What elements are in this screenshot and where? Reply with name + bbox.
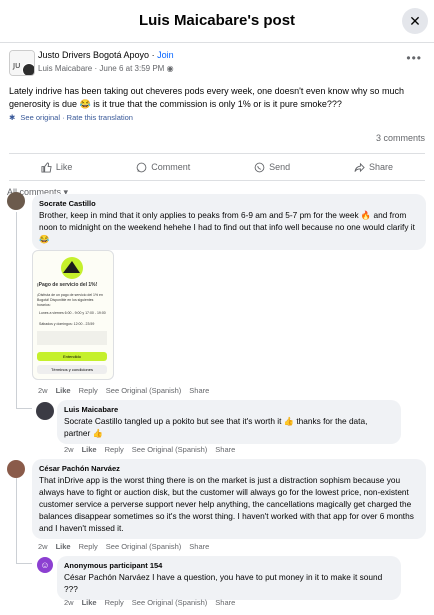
comment-reply-button[interactable]: Reply: [79, 542, 98, 551]
post-dialog-header: Luis Maicabare's post ✕: [0, 0, 434, 43]
svg-text:JU: JU: [12, 62, 20, 70]
share-label: Share: [369, 162, 394, 172]
comment-time[interactable]: 2w: [64, 445, 74, 454]
comment-text: César Pachón Narváez I have a question, …: [64, 572, 383, 594]
post-header: JU Justo Drivers Bogotá Apoyo · Join Lui…: [0, 43, 434, 82]
promo-cta-button: Entendido: [37, 352, 107, 361]
comment-see-original-link[interactable]: See Original (Spanish): [132, 598, 207, 607]
thread-line: [16, 478, 17, 563]
commenter-name-link[interactable]: Socrate Castillo: [39, 199, 419, 208]
promo-title: ¡Pago de servicio del 1%!: [37, 282, 98, 288]
group-name-link[interactable]: Justo Drivers Bogotá Apoyo: [38, 50, 149, 60]
comment-see-original-link[interactable]: See Original (Spanish): [132, 445, 207, 454]
promo-terms-button: Términos y condiciones: [37, 365, 107, 374]
comment-text: Socrate Castillo tangled up a pokito but…: [64, 416, 368, 438]
translation-row: ✱ See original · Rate this translation: [9, 113, 133, 122]
comment-share-button[interactable]: Share: [189, 386, 209, 395]
avatar[interactable]: [7, 192, 25, 210]
post-text: Lately indrive has been taking out cheve…: [9, 86, 404, 109]
group-line: Justo Drivers Bogotá Apoyo · Join: [38, 50, 174, 60]
comment-reply-button[interactable]: Reply: [105, 445, 124, 454]
comment-time[interactable]: 2w: [38, 542, 48, 551]
see-original-link[interactable]: See original: [20, 113, 60, 122]
comments-count-link[interactable]: 3 comments: [0, 125, 434, 147]
globe-icon: ◉: [166, 64, 174, 73]
comment-label: Comment: [151, 162, 191, 172]
more-options-icon[interactable]: •••: [406, 51, 422, 65]
comment-button[interactable]: Comment: [136, 162, 190, 173]
comment-meta: 2w Like Reply See Original (Spanish) Sha…: [38, 386, 209, 395]
avatar[interactable]: [7, 460, 25, 478]
send-label: Send: [269, 162, 291, 172]
action-bar: Like Comment Send Share: [9, 153, 425, 181]
comment-text: Brother, keep in mind that it only appli…: [39, 210, 415, 244]
comment-like-button[interactable]: Like: [82, 598, 97, 607]
comment-icon: [136, 162, 147, 172]
promo-line: Sábados y domingos: 12:00 - 23:59: [39, 322, 95, 326]
comment-share-button[interactable]: Share: [189, 542, 209, 551]
thread-line: [16, 212, 17, 408]
promo-body: ¡Disfruta de un pago de servicio del 1% …: [37, 293, 103, 307]
comment-reply-button[interactable]: Reply: [105, 598, 124, 607]
thread-line: [16, 563, 32, 564]
comment-image-attachment[interactable]: ¡Pago de servicio del 1%! ¡Disfruta de u…: [32, 250, 114, 380]
anonymous-user-icon[interactable]: ☺: [37, 557, 53, 573]
author-line: Luis Maicabare · June 6 at 3:59 PM ◉: [38, 64, 174, 73]
whatsapp-icon: [254, 162, 265, 172]
author-avatar[interactable]: [22, 63, 34, 75]
gear-icon: ✱: [9, 113, 16, 122]
comment-see-original-link[interactable]: See Original (Spanish): [106, 542, 181, 551]
comment-see-original-link[interactable]: See Original (Spanish): [106, 386, 181, 395]
promo-line: Lunes a viernes 6:00 - 9:00 y 17:00 - 19…: [39, 311, 106, 315]
comment-text: That inDrive app is the worst thing ther…: [39, 475, 414, 533]
avatar[interactable]: [36, 402, 54, 420]
close-icon[interactable]: ✕: [402, 8, 428, 34]
like-button[interactable]: Like: [41, 161, 73, 173]
comment-time[interactable]: 2w: [64, 598, 74, 607]
commenter-name-link[interactable]: César Pachón Narváez: [39, 464, 419, 473]
comment-meta: 2w Like Reply See Original (Spanish) Sha…: [64, 445, 235, 454]
comment-like-button[interactable]: Like: [82, 445, 97, 454]
comment-share-button[interactable]: Share: [215, 445, 235, 454]
comment-share-button[interactable]: Share: [215, 598, 235, 607]
commenter-name-link[interactable]: Luis Maicabare: [64, 405, 394, 414]
dialog-title: Luis Maicabare's post: [138, 12, 296, 29]
comment-like-button[interactable]: Like: [56, 386, 71, 395]
thumbs-up-icon: [41, 161, 52, 173]
commenter-name-link[interactable]: Anonymous participant 154: [64, 561, 394, 570]
comment-meta: 2w Like Reply See Original (Spanish) Sha…: [38, 542, 209, 551]
comment-bubble: Luis Maicabare Socrate Castillo tangled …: [57, 400, 401, 444]
send-button[interactable]: Send: [254, 162, 290, 173]
comment-bubble: Socrate Castillo Brother, keep in mind t…: [32, 194, 426, 250]
share-icon: [354, 162, 365, 172]
share-button[interactable]: Share: [354, 162, 393, 173]
separator: ·: [94, 64, 98, 73]
separator: ·: [151, 50, 155, 60]
post-date-link[interactable]: June 6 at 3:59 PM: [99, 64, 164, 73]
rate-translation-link[interactable]: Rate this translation: [67, 113, 133, 122]
like-label: Like: [55, 162, 73, 172]
promo-fine-print: [37, 331, 107, 345]
join-link[interactable]: Join: [157, 50, 174, 60]
comment-reply-button[interactable]: Reply: [79, 386, 98, 395]
promo-logo-image: [61, 257, 83, 279]
comment-bubble: Anonymous participant 154 César Pachón N…: [57, 556, 401, 600]
comment-meta: 2w Like Reply See Original (Spanish) Sha…: [64, 598, 235, 607]
author-name-link[interactable]: Luis Maicabare: [38, 64, 92, 73]
comment-bubble: César Pachón Narváez That inDrive app is…: [32, 459, 426, 539]
group-avatar[interactable]: JU: [9, 50, 35, 76]
thread-line: [16, 408, 32, 409]
comment-time[interactable]: 2w: [38, 386, 48, 395]
comment-like-button[interactable]: Like: [56, 542, 71, 551]
